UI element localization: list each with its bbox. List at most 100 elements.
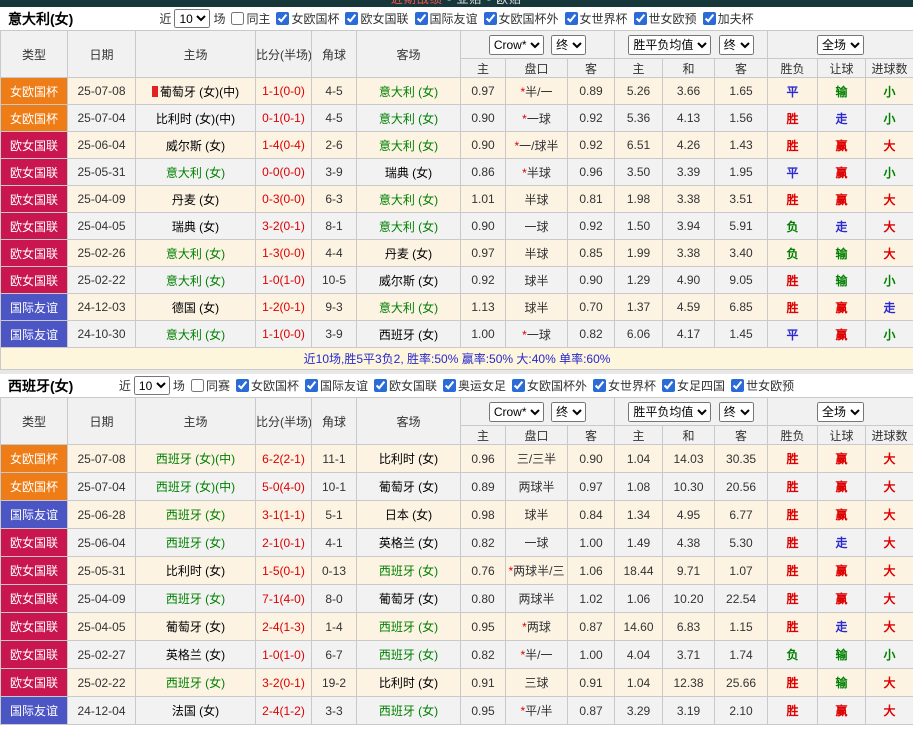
away-team[interactable]: 瑞典 (女): [356, 158, 461, 186]
home-team[interactable]: 威尔斯 (女): [135, 131, 256, 159]
same-checkbox[interactable]: [190, 379, 204, 392]
competition-filter[interactable]: 欧女国联: [373, 377, 437, 394]
competition-filter[interactable]: 女欧国杯外: [512, 377, 587, 394]
away-team[interactable]: 西班牙 (女): [356, 696, 461, 725]
competition-checkbox[interactable]: [564, 11, 578, 25]
competition-badge[interactable]: 国际友谊: [0, 696, 68, 725]
away-team[interactable]: 西班牙 (女): [356, 320, 461, 348]
competition-checkbox[interactable]: [345, 11, 359, 25]
home-team[interactable]: 意大利 (女): [135, 320, 256, 348]
competition-filter[interactable]: 女欧国杯: [235, 377, 299, 394]
competition-filter[interactable]: 女欧国杯: [276, 10, 339, 27]
competition-badge[interactable]: 女欧国杯: [0, 104, 68, 132]
home-team[interactable]: 西班牙 (女): [135, 668, 256, 697]
away-team[interactable]: 比利时 (女): [356, 444, 461, 473]
competition-badge[interactable]: 欧女国联: [0, 556, 68, 585]
competition-badge[interactable]: 欧女国联: [0, 158, 68, 186]
competition-checkbox[interactable]: [702, 11, 716, 25]
competition-checkbox[interactable]: [483, 11, 497, 25]
score[interactable]: 1-1(0-0): [255, 320, 312, 348]
score[interactable]: 1-0(1-0): [255, 640, 312, 669]
competition-badge[interactable]: 女欧国杯: [0, 444, 68, 473]
recent-count-select[interactable]: 10: [133, 376, 170, 395]
score[interactable]: 1-5(0-1): [255, 556, 312, 585]
score[interactable]: 0-0(0-0): [255, 158, 312, 186]
home-team[interactable]: 西班牙 (女): [135, 584, 256, 613]
competition-badge[interactable]: 国际友谊: [0, 320, 68, 348]
away-team[interactable]: 意大利 (女): [356, 293, 461, 321]
away-team[interactable]: 比利时 (女): [356, 668, 461, 697]
score[interactable]: 2-1(0-1): [255, 528, 312, 557]
competition-checkbox[interactable]: [633, 11, 647, 25]
odds-provider-select[interactable]: Crow*: [488, 401, 544, 422]
away-team[interactable]: 意大利 (女): [356, 212, 461, 240]
competition-badge[interactable]: 国际友谊: [0, 500, 68, 529]
score[interactable]: 3-1(1-1): [255, 500, 312, 529]
away-team[interactable]: 葡萄牙 (女): [356, 472, 461, 501]
competition-badge[interactable]: 欧女国联: [0, 185, 68, 213]
same-filter[interactable]: 同赛: [190, 377, 230, 394]
competition-badge[interactable]: 欧女国联: [0, 528, 68, 557]
home-team[interactable]: 意大利 (女): [135, 239, 256, 267]
score[interactable]: 1-2(0-1): [255, 293, 312, 321]
home-team[interactable]: 比利时 (女): [135, 556, 256, 585]
score[interactable]: 1-0(1-0): [255, 266, 312, 294]
competition-checkbox[interactable]: [276, 11, 290, 25]
home-team[interactable]: 西班牙 (女): [135, 528, 256, 557]
home-team[interactable]: 瑞典 (女): [135, 212, 256, 240]
away-team[interactable]: 意大利 (女): [356, 104, 461, 132]
away-team[interactable]: 西班牙 (女): [356, 612, 461, 641]
competition-checkbox[interactable]: [235, 378, 249, 392]
home-team[interactable]: 葡萄牙 (女)(中): [135, 77, 256, 105]
away-team[interactable]: 意大利 (女): [356, 131, 461, 159]
competition-badge[interactable]: 欧女国联: [0, 640, 68, 669]
competition-checkbox[interactable]: [373, 378, 387, 392]
competition-badge[interactable]: 欧女国联: [0, 239, 68, 267]
home-team[interactable]: 西班牙 (女)(中): [135, 444, 256, 473]
competition-badge[interactable]: 欧女国联: [0, 212, 68, 240]
avg-stage-select[interactable]: 终: [718, 34, 754, 55]
competition-filter[interactable]: 国际友谊: [304, 377, 368, 394]
competition-badge[interactable]: 欧女国联: [0, 131, 68, 159]
home-team[interactable]: 比利时 (女)(中): [135, 104, 256, 132]
home-team[interactable]: 丹麦 (女): [135, 185, 256, 213]
away-team[interactable]: 威尔斯 (女): [356, 266, 461, 294]
score[interactable]: 0-1(0-1): [255, 104, 312, 132]
competition-filter[interactable]: 奥运女足: [443, 377, 506, 394]
competition-badge[interactable]: 女欧国杯: [0, 472, 68, 501]
home-team[interactable]: 西班牙 (女): [135, 500, 256, 529]
competition-filter[interactable]: 世女欧预: [731, 377, 794, 394]
competition-checkbox[interactable]: [414, 11, 428, 25]
score[interactable]: 2-4(1-2): [255, 696, 312, 725]
competition-filter[interactable]: 女足四国: [662, 377, 725, 394]
same-checkbox[interactable]: [231, 12, 245, 25]
competition-filter[interactable]: 女世界杯: [564, 10, 628, 27]
competition-badge[interactable]: 欧女国联: [0, 584, 68, 613]
away-team[interactable]: 葡萄牙 (女): [356, 584, 461, 613]
score[interactable]: 7-1(4-0): [255, 584, 312, 613]
scope-select[interactable]: 全场: [817, 34, 865, 55]
competition-filter[interactable]: 女世界杯: [593, 377, 656, 394]
avg-odds-select[interactable]: 胜平负均值: [628, 401, 712, 422]
score[interactable]: 1-1(0-0): [255, 77, 312, 105]
score[interactable]: 3-2(0-1): [255, 668, 312, 697]
away-team[interactable]: 英格兰 (女): [356, 528, 461, 557]
away-team[interactable]: 西班牙 (女): [356, 556, 461, 585]
score[interactable]: 6-2(2-1): [255, 444, 312, 473]
home-team[interactable]: 西班牙 (女)(中): [135, 472, 256, 501]
score[interactable]: 1-3(0-0): [255, 239, 312, 267]
competition-filter[interactable]: 国际友谊: [414, 10, 478, 27]
competition-checkbox[interactable]: [731, 378, 745, 392]
odds-stage-select[interactable]: 终: [551, 34, 587, 55]
odds-provider-select[interactable]: Crow*: [488, 34, 544, 55]
competition-badge[interactable]: 欧女国联: [0, 612, 68, 641]
competition-filter[interactable]: 欧女国联: [345, 10, 409, 27]
competition-badge[interactable]: 欧女国联: [0, 266, 68, 294]
score[interactable]: 1-4(0-4): [255, 131, 312, 159]
home-team[interactable]: 意大利 (女): [135, 158, 256, 186]
score[interactable]: 2-4(1-3): [255, 612, 312, 641]
competition-badge[interactable]: 国际友谊: [0, 293, 68, 321]
same-filter[interactable]: 同主: [231, 10, 270, 27]
score[interactable]: 3-2(0-1): [255, 212, 312, 240]
away-team[interactable]: 意大利 (女): [356, 185, 461, 213]
